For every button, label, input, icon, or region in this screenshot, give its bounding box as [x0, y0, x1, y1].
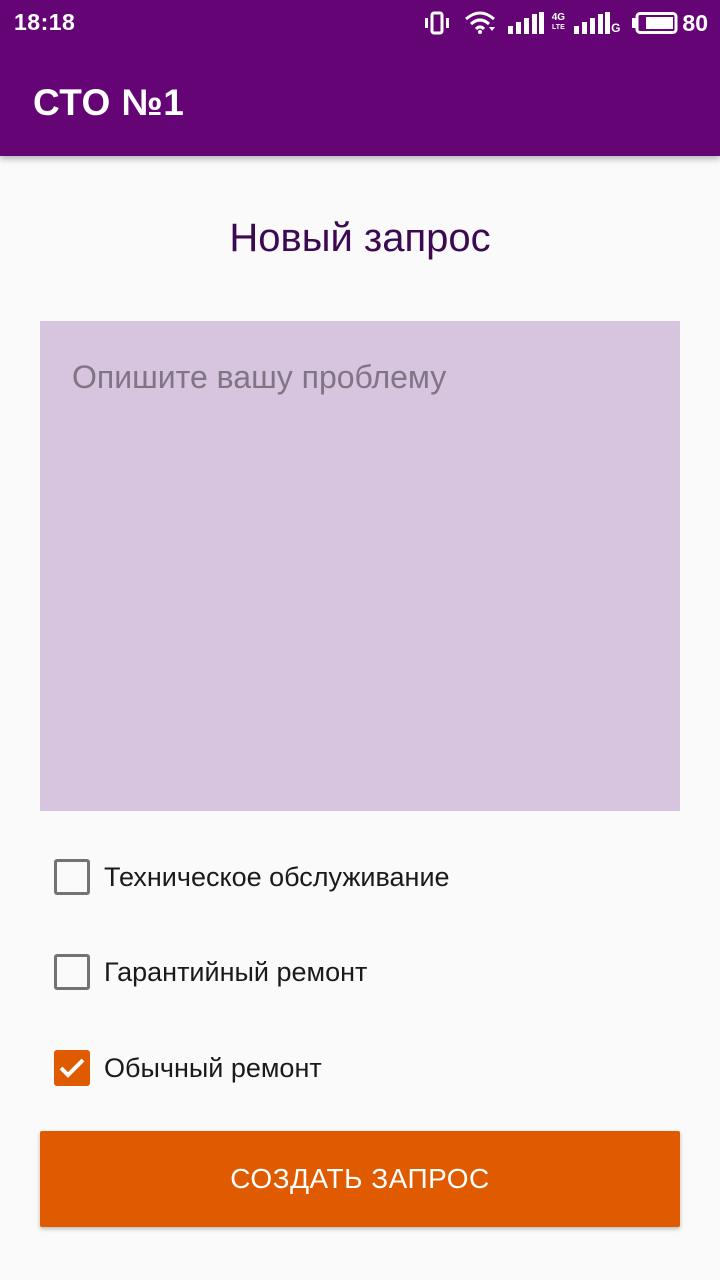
page-title: Новый запрос: [229, 216, 491, 260]
checkbox-box[interactable]: [54, 1050, 90, 1086]
signal-icon: [574, 12, 611, 34]
status-time: 18:18: [14, 9, 76, 35]
network-type-label: G: [611, 21, 621, 35]
checkbox-label: Гарантийный ремонт: [104, 956, 368, 987]
battery-level: 80: [682, 9, 708, 36]
create-request-button[interactable]: СОЗДАТЬ ЗАПРОС: [40, 1131, 680, 1227]
app-title: СТО №1: [33, 82, 185, 123]
problem-description-input[interactable]: [40, 321, 680, 811]
checkbox-label: Техническое обслуживание: [104, 861, 450, 892]
signal-icon: [507, 12, 544, 34]
checkbox-regular-repair[interactable]: Обычный ремонт: [54, 1048, 322, 1088]
status-icons: 4G LTE G 80: [424, 8, 708, 38]
checkbox-maintenance[interactable]: Техническое обслуживание: [54, 857, 450, 897]
checkbox-warranty-repair[interactable]: Гарантийный ремонт: [54, 952, 367, 992]
network-type-label: 4G LTE: [551, 12, 566, 32]
checkmark-icon: [59, 1058, 85, 1078]
checkbox-box[interactable]: [54, 954, 90, 990]
battery-icon: [632, 12, 678, 34]
status-bar: 18:18 4G LTE G 80: [0, 0, 720, 46]
checkbox-box[interactable]: [54, 859, 90, 895]
vibrate-icon: [424, 11, 450, 35]
wifi-icon: [464, 10, 496, 36]
checkbox-label: Обычный ремонт: [104, 1052, 322, 1083]
app-bar: 18:18 4G LTE G 80 СТО №1: [0, 0, 720, 156]
